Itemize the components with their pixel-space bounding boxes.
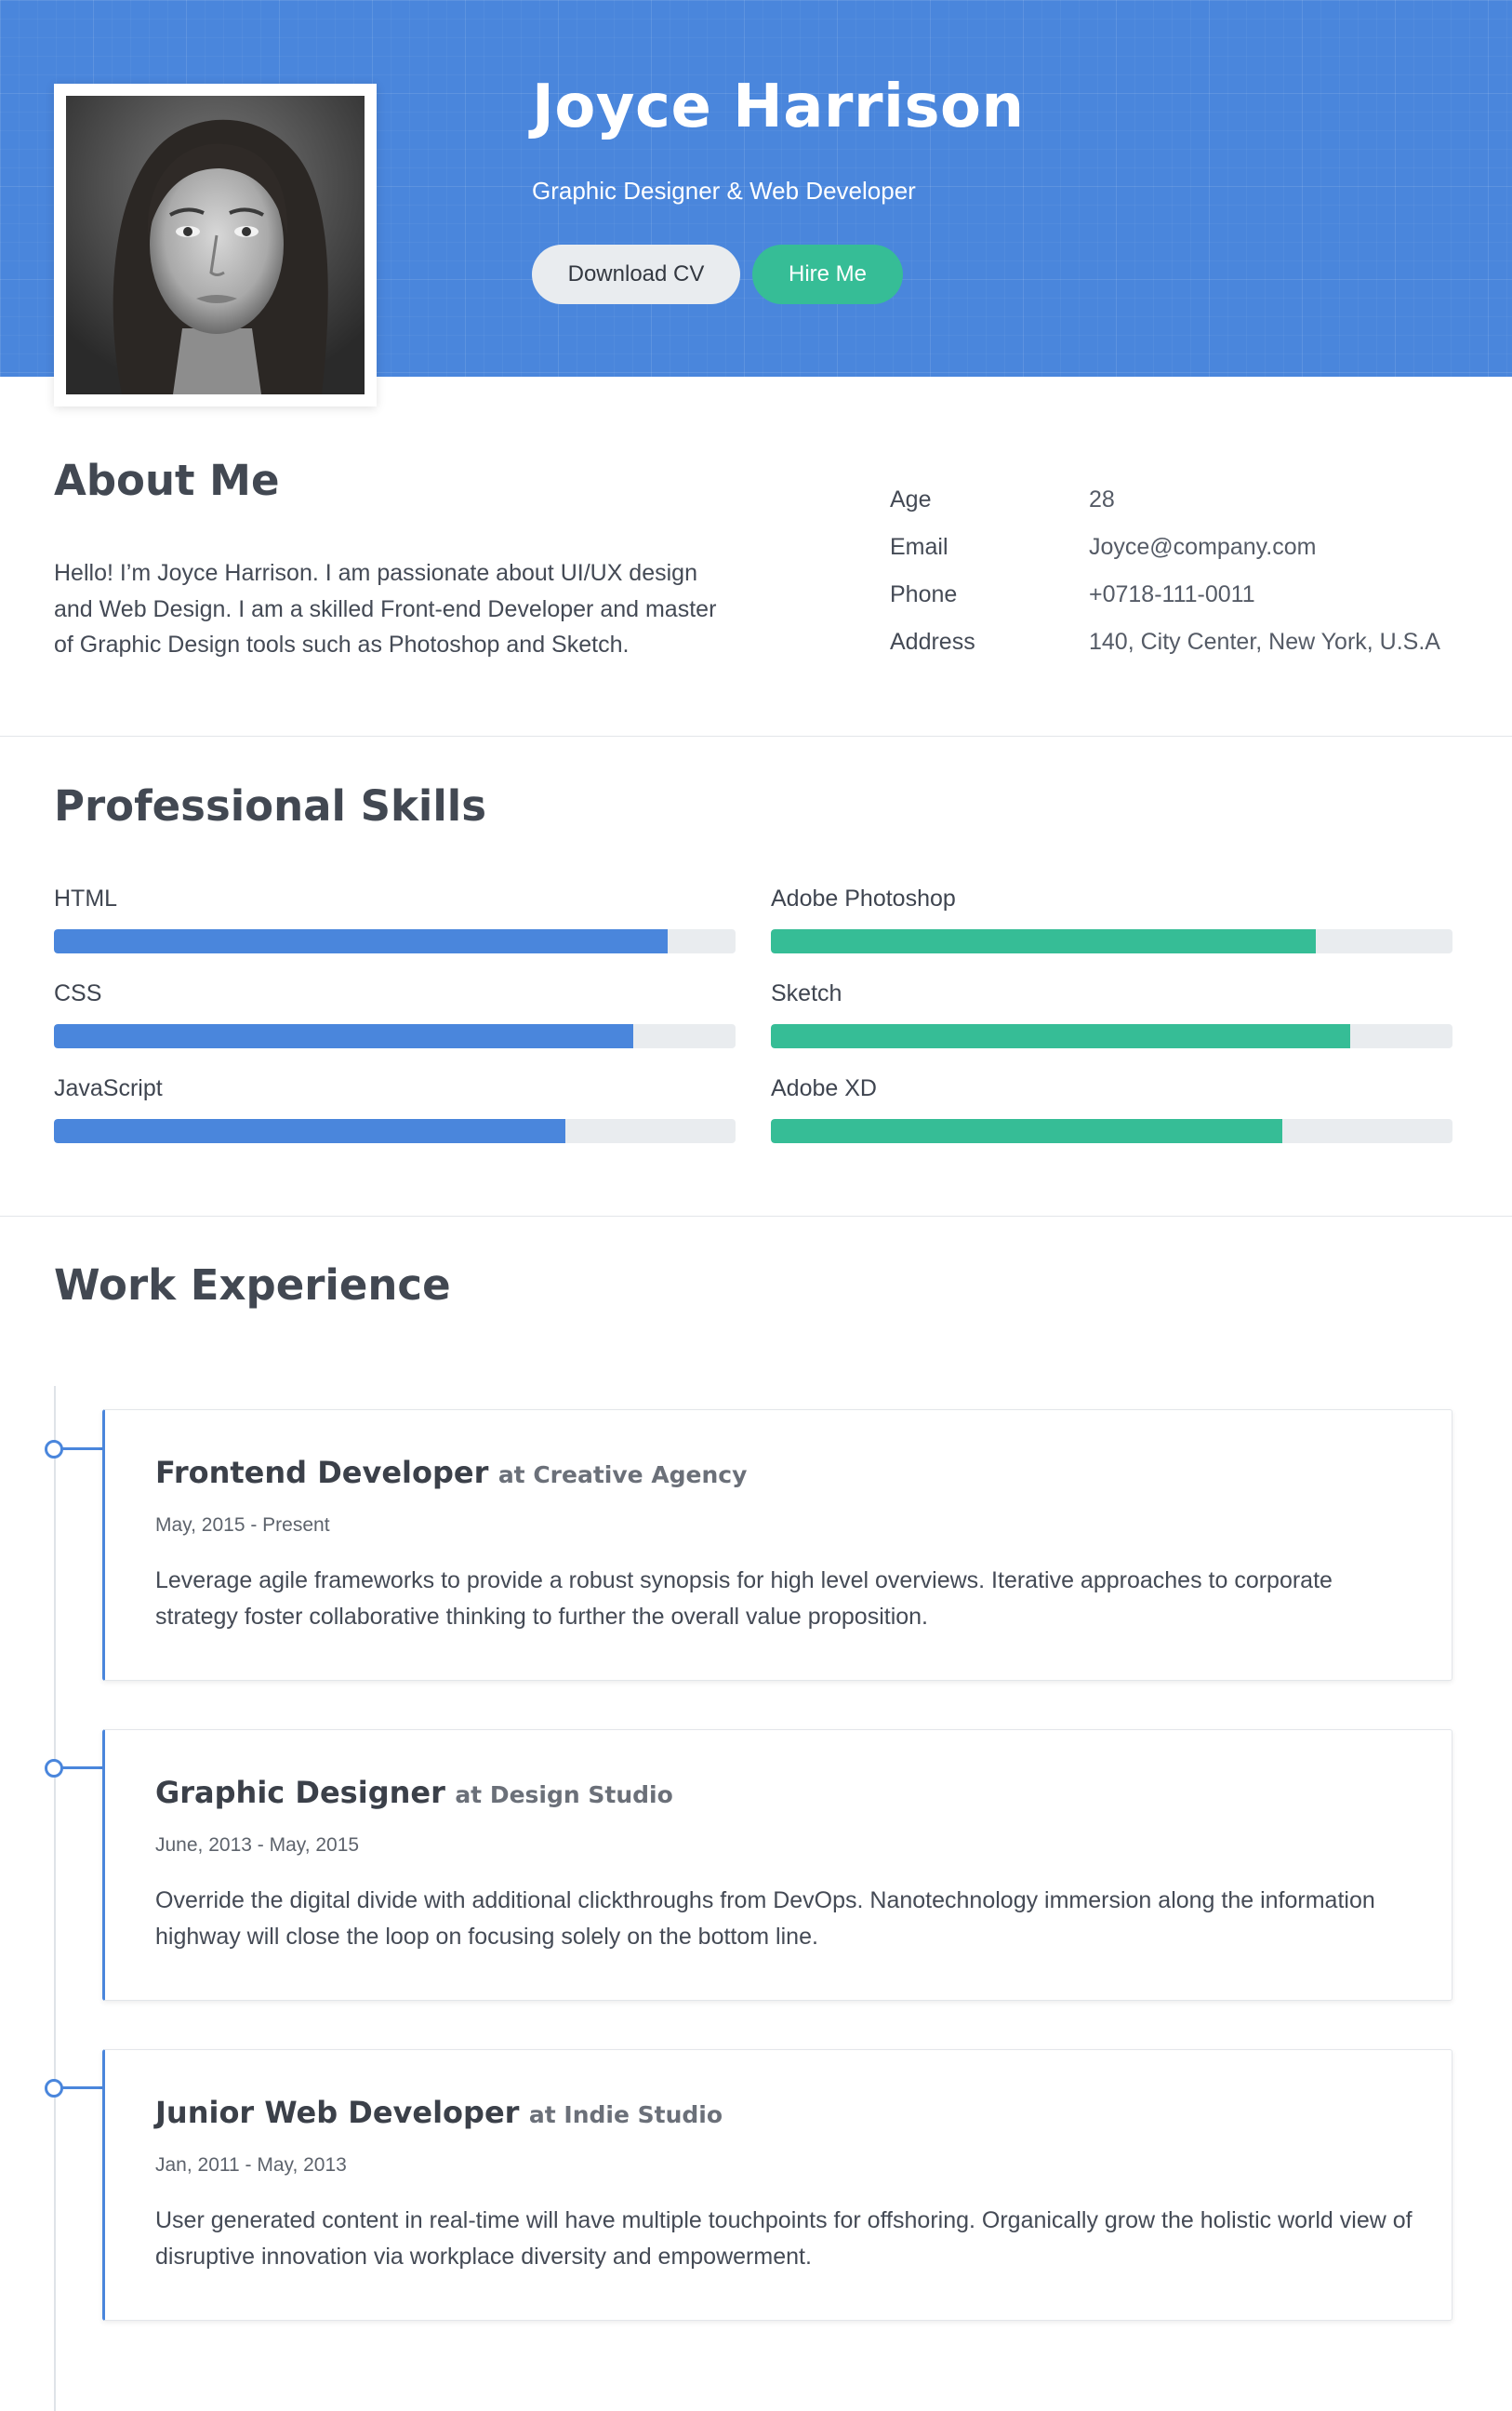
skills-heading: Professional Skills <box>54 781 486 831</box>
job-description: User generated content in real-time will… <box>155 2207 1413 2270</box>
job-role: Graphic Designer <box>155 1775 445 1810</box>
skill-fill-photoshop <box>771 929 1317 953</box>
info-value-address: 140, City Center, New York, U.S.A <box>1089 629 1440 655</box>
skill-fill-javascript <box>54 1119 565 1143</box>
skill-fill-adobe-xd <box>771 1119 1282 1143</box>
timeline-dot <box>45 1440 63 1459</box>
timeline-connector <box>62 1447 104 1450</box>
profile-title: Graphic Designer & Web Developer <box>532 177 916 205</box>
info-value-phone: +0718-111-0011 <box>1089 581 1255 607</box>
job-dates: June, 2013 - May, 2015 <box>155 1834 360 1856</box>
job-dates: Jan, 2011 - May, 2013 <box>155 2154 347 2176</box>
skill-label-sketch: Sketch <box>771 980 842 1006</box>
skill-label-html: HTML <box>54 886 118 912</box>
skill-label-css: CSS <box>54 980 102 1006</box>
job-card: Graphic Designer at Design Studio June, … <box>102 1729 1452 2001</box>
job-heading: Junior Web Developer at Indie Studio <box>155 2095 723 2130</box>
job-heading: Graphic Designer at Design Studio <box>155 1775 673 1810</box>
job-role: Junior Web Developer <box>155 2095 520 2130</box>
about-text: Hello! I’m Joyce Harrison. I am passiona… <box>54 560 717 658</box>
job-description: Override the digital divide with additio… <box>155 1887 1375 1950</box>
download-cv-button[interactable]: Download CV <box>532 245 740 304</box>
info-label-address: Address <box>890 629 975 655</box>
skill-fill-css <box>54 1024 634 1048</box>
skill-bar-adobe-xd <box>771 1119 1452 1143</box>
job-company: at Indie Studio <box>528 2101 723 2128</box>
timeline-dot <box>45 2079 63 2098</box>
job-description: Leverage agile frameworks to provide a r… <box>155 1567 1333 1630</box>
info-label-phone: Phone <box>890 581 958 607</box>
timeline-connector <box>62 2086 104 2089</box>
job-company: at Creative Agency <box>497 1461 748 1488</box>
job-company: at Design Studio <box>455 1781 673 1808</box>
profile-photo-frame <box>54 84 377 406</box>
skill-label-photoshop: Adobe Photoshop <box>771 886 956 912</box>
info-value-email: Joyce@company.com <box>1089 534 1317 560</box>
skill-bar-html <box>54 929 736 953</box>
info-value-age: 28 <box>1089 486 1115 513</box>
job-heading: Frontend Developer at Creative Agency <box>155 1455 747 1490</box>
section-divider <box>0 736 1512 737</box>
job-card: Frontend Developer at Creative Agency Ma… <box>102 1409 1452 1681</box>
skill-fill-html <box>54 929 668 953</box>
job-card: Junior Web Developer at Indie Studio Jan… <box>102 2049 1452 2321</box>
timeline-dot <box>45 1759 63 1778</box>
info-label-age: Age <box>890 486 932 513</box>
profile-name: Joyce Harrison <box>532 73 1025 141</box>
section-divider <box>0 1216 1512 1217</box>
job-role: Frontend Developer <box>155 1455 489 1490</box>
hire-me-button[interactable]: Hire Me <box>752 245 903 304</box>
timeline-connector <box>62 1766 104 1769</box>
experience-heading: Work Experience <box>54 1260 451 1310</box>
timeline-line <box>54 1386 56 2411</box>
skill-label-adobe-xd: Adobe XD <box>771 1075 877 1101</box>
skill-bar-sketch <box>771 1024 1452 1048</box>
portrait-image <box>66 96 365 394</box>
skill-label-javascript: JavaScript <box>54 1075 163 1101</box>
about-heading: About Me <box>54 456 280 505</box>
skill-bar-javascript <box>54 1119 736 1143</box>
skill-fill-sketch <box>771 1024 1351 1048</box>
skill-bar-photoshop <box>771 929 1452 953</box>
skill-bar-css <box>54 1024 736 1048</box>
info-label-email: Email <box>890 534 948 560</box>
profile-photo <box>66 96 365 394</box>
job-dates: May, 2015 - Present <box>155 1514 330 1536</box>
